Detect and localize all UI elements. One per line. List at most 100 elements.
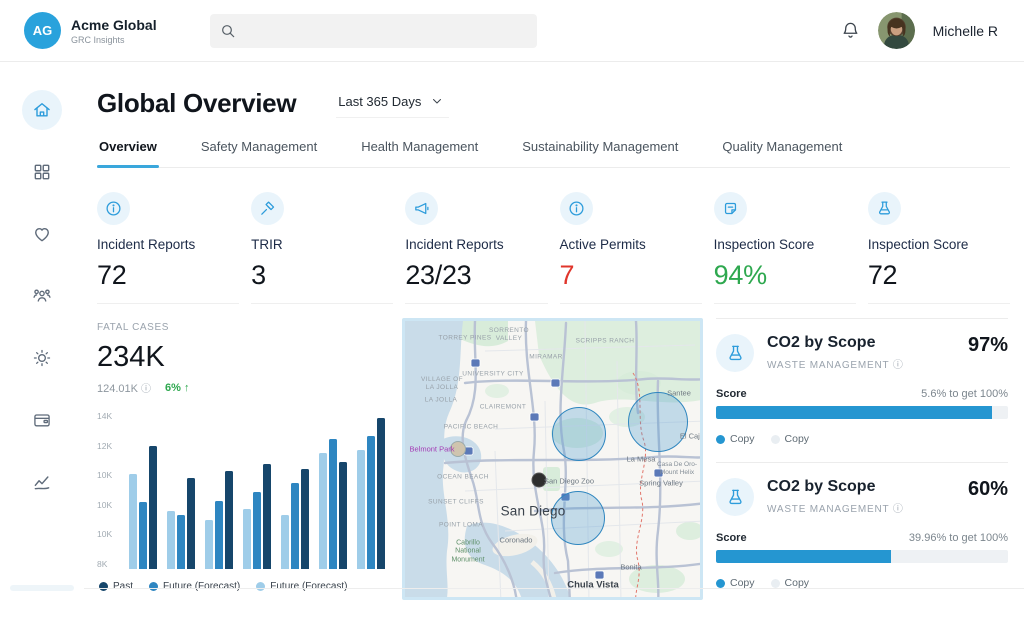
notifications-bell-icon[interactable]	[841, 21, 860, 40]
sidebar-item-sun-icon[interactable]	[22, 338, 62, 378]
kpi-card-active-permits[interactable]: Active Permits7	[560, 192, 702, 304]
flask-icon	[716, 334, 754, 372]
info-icon[interactable]: ⓘ	[893, 360, 904, 371]
info-icon[interactable]: ⓘ	[893, 504, 904, 515]
panel-title: CO2 by Scope	[767, 478, 904, 496]
company-logo[interactable]: AG	[24, 12, 61, 49]
bar-group	[167, 478, 195, 569]
top-bar: AG Acme Global GRC Insights Michelle R	[0, 0, 1024, 62]
y-tick: 12K	[97, 441, 123, 451]
date-range-value: Last 365 Days	[338, 94, 421, 109]
bar-past	[225, 471, 233, 569]
kpi-card-incident-reports[interactable]: Incident Reports 72	[97, 192, 239, 304]
bar-future-forecast-	[281, 515, 289, 569]
sidebar-item-heart-icon[interactable]	[22, 214, 62, 254]
kpi-card-inspection-score[interactable]: Inspection Score 72	[868, 192, 1010, 304]
kpi-card-trir[interactable]: TRIR3	[251, 192, 393, 304]
bar-chart: 14K12K10K10K10K8K	[97, 411, 389, 569]
bar-future-forecast-	[167, 511, 175, 569]
brand[interactable]: AG Acme Global GRC Insights	[24, 12, 210, 49]
bar-future-forecast-	[357, 450, 365, 569]
map-data-circle	[551, 491, 605, 545]
kpi-card-incident-reports[interactable]: Incident Reports 23/23	[405, 192, 547, 304]
sidebar-item-trend-icon[interactable]	[22, 462, 62, 502]
chart-title: FATAL CASES	[97, 322, 389, 333]
date-range-select[interactable]: Last 365 Days	[336, 90, 449, 118]
bar-future-forecast-	[319, 453, 327, 569]
bar-future-forecast-	[329, 439, 337, 569]
kpi-value: 72	[97, 260, 239, 291]
info-icon[interactable]: ⓘ	[141, 384, 151, 395]
sidebar-item-home-icon[interactable]	[22, 90, 62, 130]
search-input[interactable]	[244, 23, 527, 38]
kpi-label: Inspection Score	[868, 237, 1010, 252]
info-icon	[97, 192, 130, 225]
avatar-photo	[878, 12, 915, 49]
target-text: 39.96% to get 100%	[909, 532, 1008, 544]
bar-future-forecast-	[129, 474, 137, 569]
sidebar-item-grid-icon[interactable]	[22, 152, 62, 192]
user-avatar[interactable]	[878, 12, 915, 49]
legend-item[interactable]: Past	[99, 581, 133, 592]
panel-title: CO2 by Scope	[767, 334, 904, 352]
bar-future-forecast-	[205, 520, 213, 569]
legend-copy-2[interactable]: Copy	[771, 433, 810, 445]
tab-quality-management[interactable]: Quality Management	[720, 139, 844, 167]
kpi-value: 94%	[714, 260, 856, 291]
belmont-park-marker[interactable]	[450, 441, 466, 457]
chart-bars	[123, 411, 389, 569]
kpi-row: Incident Reports 72 TRIR3 Incident Reports 2…	[97, 192, 1010, 304]
bar-future-forecast-	[291, 483, 299, 569]
tab-overview[interactable]: Overview	[97, 139, 159, 167]
legend-item[interactable]: Future (Forecast)	[256, 581, 347, 592]
kpi-label: Incident Reports	[97, 237, 239, 252]
legend-item[interactable]: Future (Forecast)	[149, 581, 240, 592]
megaphone-icon	[405, 192, 438, 225]
bar-past	[149, 446, 157, 569]
kpi-value: 7	[560, 260, 702, 291]
tab-safety-management[interactable]: Safety Management	[199, 139, 319, 167]
legend-dot	[771, 579, 780, 588]
info-icon	[560, 192, 593, 225]
panel-subtitle: WASTE MANAGEMENT	[767, 504, 889, 515]
sidebar-nav	[0, 62, 84, 636]
bar-past	[377, 418, 385, 569]
legend-copy-1[interactable]: Copy	[716, 433, 755, 445]
chart-headline-value: 234K	[97, 341, 389, 374]
kpi-card-inspection-score[interactable]: Inspection Score94%	[714, 192, 856, 304]
kpi-label: Incident Reports	[405, 237, 547, 252]
flask-icon	[716, 478, 754, 516]
bar-past	[339, 462, 347, 569]
panel-value: 97%	[968, 334, 1008, 357]
note-icon	[714, 192, 747, 225]
bar-future-forecast-	[177, 515, 185, 569]
legend-dot	[256, 582, 265, 591]
bar-group	[205, 471, 233, 569]
sidebar-item-wallet-icon[interactable]	[22, 400, 62, 440]
bar-past	[263, 464, 271, 569]
legend-dot	[716, 579, 725, 588]
y-tick: 10K	[97, 529, 123, 539]
hammer-icon	[251, 192, 284, 225]
tab-sustainability-management[interactable]: Sustainability Management	[520, 139, 680, 167]
kpi-value: 23/23	[405, 260, 547, 291]
map-san-diego[interactable]: TORREY PINESSORRENTO VALLEYSCRIPPS RANCH…	[402, 318, 703, 600]
tab-health-management[interactable]: Health Management	[359, 139, 480, 167]
bar-future-forecast-	[215, 501, 223, 569]
bar-group	[281, 469, 309, 569]
main-content: Global Overview Last 365 Days OverviewSa…	[84, 62, 1024, 636]
kpi-value: 72	[868, 260, 1010, 291]
san-diego-zoo-marker[interactable]	[532, 473, 547, 488]
bottom-divider	[84, 588, 1024, 589]
co2-panels: CO2 by Scope WASTE MANAGEMENT ⓘ 97% Scor…	[716, 318, 1010, 606]
product-name: GRC Insights	[71, 35, 157, 45]
search-bar[interactable]	[210, 14, 537, 48]
fatal-cases-chart-card: FATAL CASES 234K 124.01K ⓘ 6% ↑ 14K12K10…	[97, 318, 389, 606]
sidebar-item-people-icon[interactable]	[22, 276, 62, 316]
bar-past	[187, 478, 195, 569]
score-progress-bar	[716, 550, 1008, 563]
app-window: AG Acme Global GRC Insights Michelle R G…	[0, 0, 1024, 636]
map-data-circle	[552, 407, 606, 461]
kpi-value: 3	[251, 260, 393, 291]
bar-future-forecast-	[243, 509, 251, 569]
